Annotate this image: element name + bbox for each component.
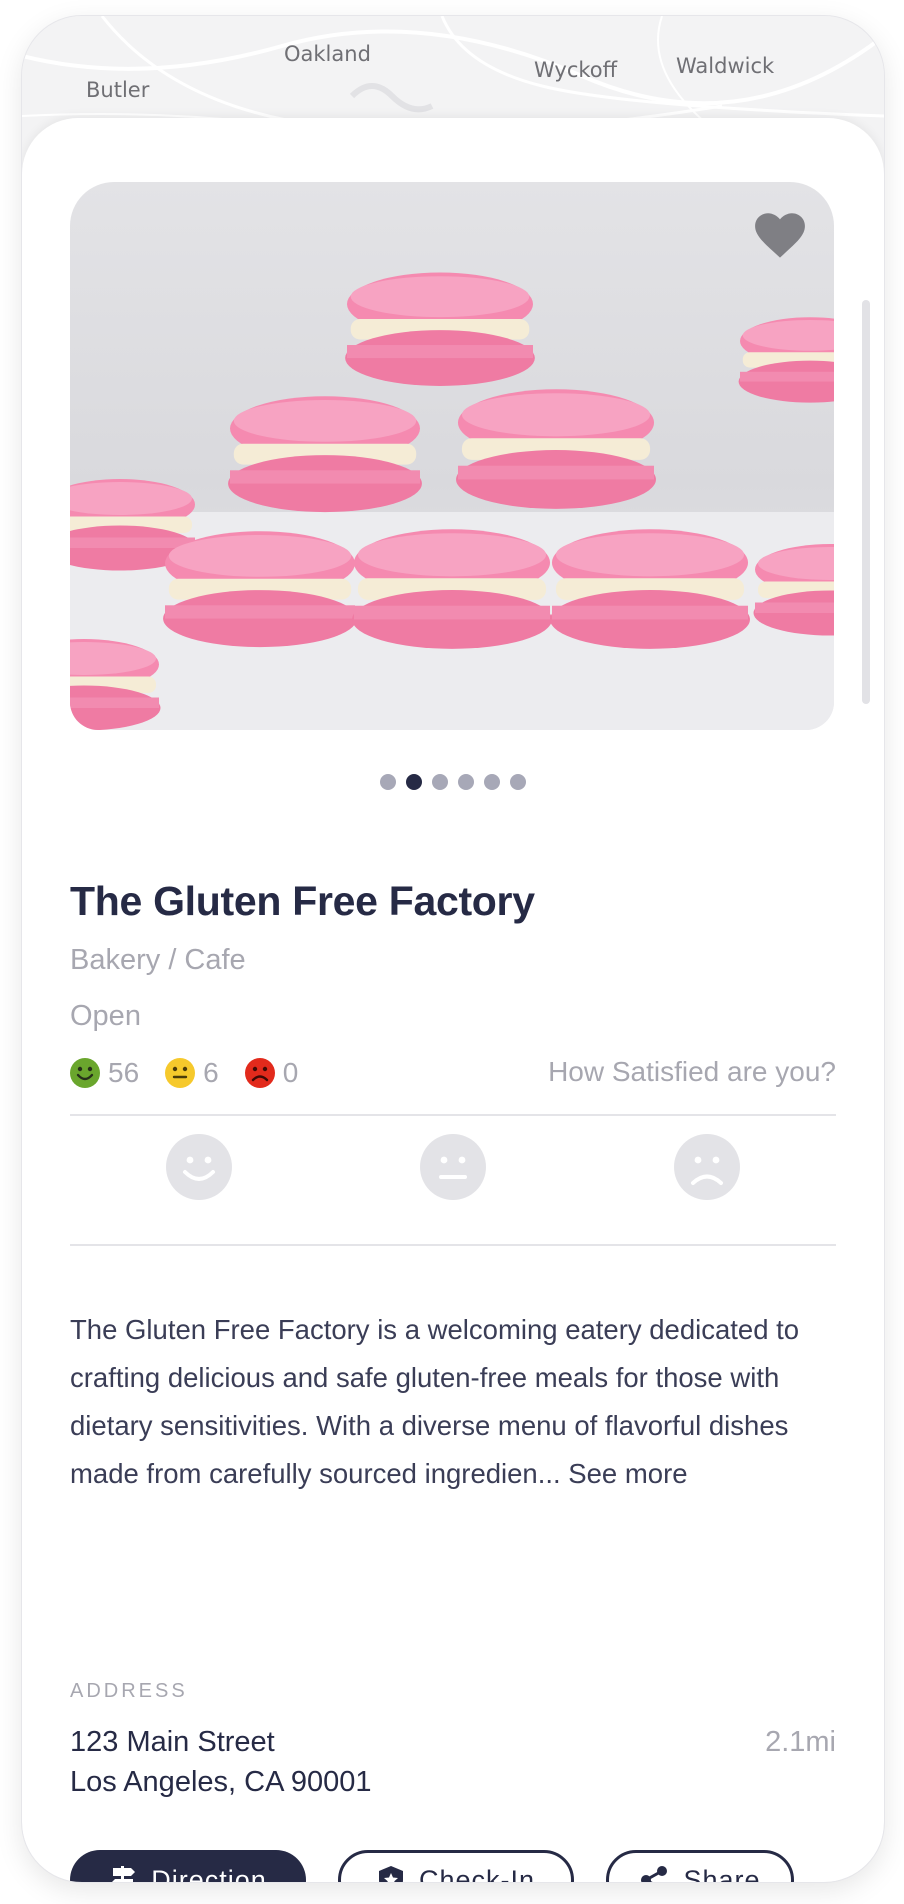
gallery-dot[interactable] (432, 774, 448, 790)
gallery-dot[interactable] (380, 774, 396, 790)
map-label-wyckoff: Wyckoff (534, 58, 618, 82)
signpost-icon (112, 1866, 136, 1882)
see-more-link[interactable]: See more (568, 1458, 687, 1489)
address-label: ADDRESS (70, 1680, 188, 1702)
map-label-oakland: Oakland (284, 42, 371, 66)
distance: 2.1mi (765, 1726, 836, 1758)
place-title: The Gluten Free Factory (70, 878, 535, 924)
phone-frame: Oakland Butler Wyckoff Waldwick The Glut… (22, 16, 884, 1882)
map-label-waldwick: Waldwick (676, 54, 775, 78)
sad-face-icon (244, 1058, 275, 1088)
divider (70, 1244, 836, 1246)
share-button[interactable]: Share (606, 1850, 794, 1882)
gallery-dot[interactable] (484, 774, 500, 790)
share-icon (641, 1866, 668, 1882)
sad-count-value: 0 (282, 1057, 299, 1088)
address-line-1: 123 Main Street (70, 1726, 275, 1758)
neutral-count-value: 6 (203, 1057, 219, 1088)
badge-check-icon (378, 1866, 403, 1882)
neutral-face-icon (165, 1058, 196, 1088)
place-description: The Gluten Free Factory is a welcoming e… (70, 1306, 850, 1498)
open-status: Open (70, 1000, 141, 1032)
direction-label: Direction (151, 1864, 267, 1883)
address-line-2: Los Angeles, CA 90001 (70, 1766, 372, 1798)
sad-count: 0 (244, 1057, 299, 1089)
gallery-dot[interactable] (510, 774, 526, 790)
gallery-dot-active[interactable] (406, 774, 422, 790)
rating-summary: 56 6 0 (70, 1056, 324, 1090)
description-text: The Gluten Free Factory is a welcoming e… (70, 1314, 800, 1489)
satisfaction-rating-row (70, 1122, 836, 1226)
heart-icon[interactable] (754, 212, 806, 260)
share-label: Share (683, 1864, 761, 1883)
gallery-pagination (22, 774, 884, 792)
place-detail-sheet: The Gluten Free Factory Bakery / Cafe Op… (22, 118, 884, 1882)
divider (70, 1114, 836, 1116)
rate-neutral-button[interactable] (420, 1134, 486, 1200)
checkin-button[interactable]: Check-In (338, 1850, 574, 1882)
rate-sad-button[interactable] (674, 1134, 740, 1200)
place-category: Bakery / Cafe (70, 944, 246, 976)
happy-count: 56 (70, 1057, 139, 1089)
rate-happy-button[interactable] (166, 1134, 232, 1200)
checkin-label: Check-In (418, 1864, 536, 1883)
place-photo[interactable] (70, 182, 834, 730)
gallery-dot[interactable] (458, 774, 474, 790)
scrollbar[interactable] (862, 300, 870, 704)
satisfaction-prompt[interactable]: How Satisfied are you? (548, 1056, 836, 1088)
neutral-count: 6 (165, 1057, 219, 1089)
map-label-butler: Butler (86, 78, 150, 102)
direction-button[interactable]: Direction (70, 1850, 306, 1882)
happy-face-icon (70, 1058, 100, 1088)
macaron-photo (70, 182, 834, 730)
happy-count-value: 56 (108, 1057, 140, 1088)
